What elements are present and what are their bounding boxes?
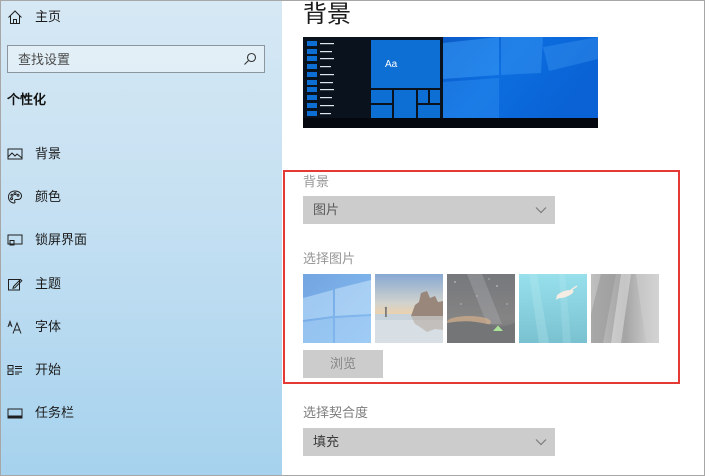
search-box[interactable]	[7, 45, 265, 73]
lock-screen-icon	[7, 232, 23, 248]
preview-tile-label: Aa	[385, 59, 398, 70]
fit-dropdown[interactable]: 填充	[303, 428, 555, 456]
search-icon[interactable]	[243, 52, 257, 66]
chevron-down-icon	[535, 437, 547, 447]
picture-icon	[7, 146, 23, 162]
sidebar-item-background[interactable]: 背景	[0, 139, 281, 169]
choose-picture-label: 选择图片	[303, 251, 356, 266]
browse-button[interactable]: 浏览	[303, 350, 383, 378]
preview-desktop	[443, 37, 598, 118]
home-label: 主页	[35, 9, 62, 24]
preview-tile-aa	[371, 40, 440, 88]
sidebar: 主页 个性化 背景 颜色 锁屏界面	[0, 0, 282, 476]
home-icon	[7, 9, 23, 25]
sidebar-item-label: 锁屏界面	[35, 232, 88, 247]
background-preview: Aa	[303, 37, 598, 128]
sidebar-item-lock-screen[interactable]: 锁屏界面	[0, 225, 281, 255]
background-setting-label: 背景	[303, 174, 330, 189]
picture-thumbnail-3[interactable]	[447, 274, 515, 343]
background-type-value: 图片	[313, 202, 340, 217]
picture-thumbnail-2[interactable]	[375, 274, 443, 343]
sidebar-item-taskbar[interactable]: 任务栏	[0, 398, 281, 428]
section-title: 个性化	[7, 92, 47, 107]
background-type-dropdown[interactable]: 图片	[303, 196, 555, 224]
sidebar-item-label: 字体	[35, 319, 62, 334]
sidebar-item-themes[interactable]: 主题	[0, 269, 281, 299]
font-icon	[7, 319, 23, 335]
start-icon	[7, 362, 23, 378]
sidebar-item-colors[interactable]: 颜色	[0, 182, 281, 212]
sidebar-item-label: 颜色	[35, 189, 62, 204]
fit-setting-label: 选择契合度	[303, 405, 369, 420]
picture-thumbnail-1[interactable]	[303, 274, 371, 343]
picture-thumbnails	[303, 274, 660, 343]
palette-icon	[7, 189, 23, 205]
page-title: 背景	[303, 1, 351, 28]
fit-value: 填充	[313, 434, 340, 449]
sidebar-item-label: 开始	[35, 362, 62, 377]
main-content: 背景 Aa 背景 图片 选择图片 浏览 选择契合度 填充	[282, 0, 705, 476]
chevron-down-icon	[535, 205, 547, 215]
taskbar-icon	[7, 405, 23, 421]
sidebar-item-label: 背景	[35, 146, 62, 161]
picture-thumbnail-5[interactable]	[591, 274, 659, 343]
preview-taskbar	[303, 118, 598, 128]
preview-image: Aa	[303, 37, 598, 128]
settings-window: 主页 个性化 背景 颜色 锁屏界面	[0, 0, 705, 476]
home-nav-item[interactable]: 主页	[0, 2, 281, 32]
theme-icon	[7, 276, 23, 292]
sidebar-item-fonts[interactable]: 字体	[0, 312, 281, 342]
search-input[interactable]	[8, 46, 264, 72]
preview-tiles: Aa	[371, 40, 440, 118]
sidebar-item-start[interactable]: 开始	[0, 355, 281, 385]
sidebar-item-label: 主题	[35, 276, 62, 291]
picture-thumbnail-4[interactable]	[519, 274, 587, 343]
sidebar-item-label: 任务栏	[35, 405, 75, 420]
